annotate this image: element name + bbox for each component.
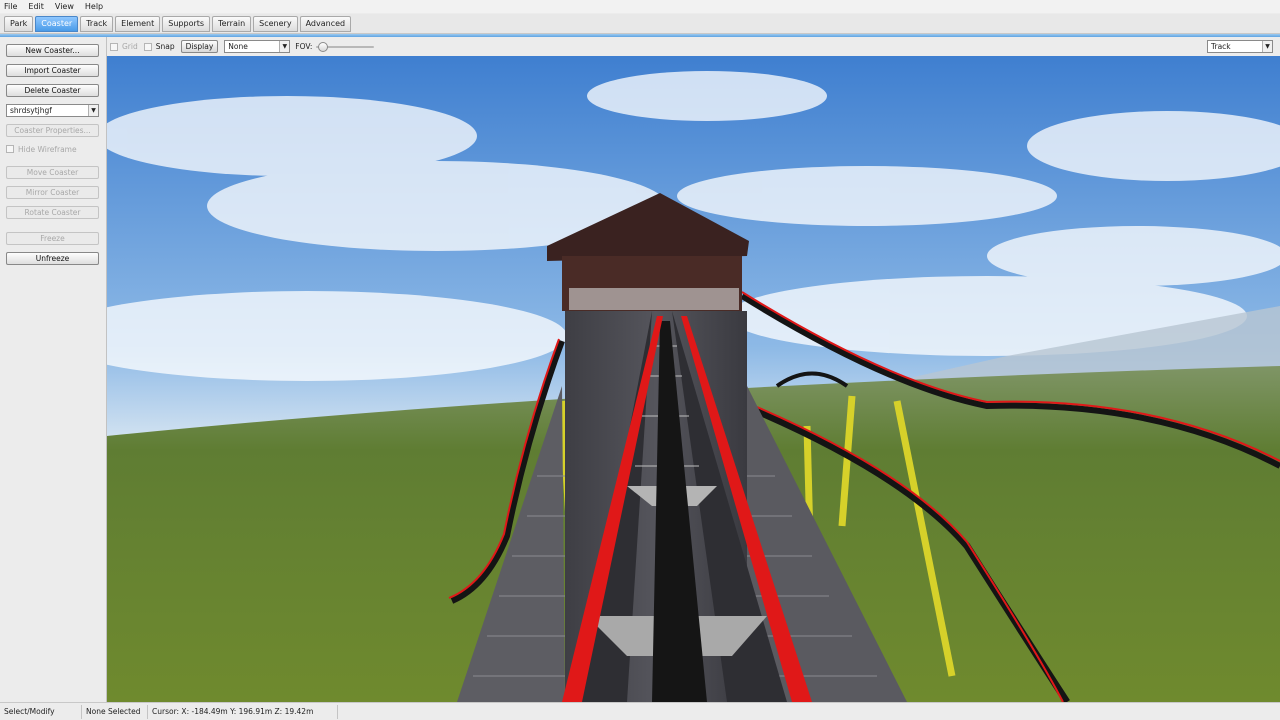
tab-coaster[interactable]: Coaster — [35, 15, 79, 32]
mirror-coaster-button[interactable]: Mirror Coaster — [6, 186, 99, 199]
checkbox-box[interactable] — [143, 42, 152, 51]
menu-edit[interactable]: Edit — [28, 2, 44, 11]
new-coaster-button[interactable]: New Coaster... — [6, 44, 99, 57]
coaster-properties-button[interactable]: Coaster Properties... — [6, 124, 99, 137]
status-bar: Select/Modify None Selected Cursor: X: -… — [0, 702, 1280, 720]
display-select-value: None — [228, 42, 248, 51]
tab-element[interactable]: Element — [115, 15, 161, 32]
status-cursor: Cursor: X: -184.49m Y: 196.91m Z: 19.42m — [148, 704, 338, 719]
tab-supports[interactable]: Supports — [162, 15, 211, 32]
tab-scenery[interactable]: Scenery — [253, 15, 298, 32]
checkbox-box[interactable] — [110, 42, 118, 51]
hide-wireframe-label: Hide Wireframe — [18, 144, 77, 154]
tab-advanced[interactable]: Advanced — [299, 15, 352, 32]
main-tabs: Park Coaster Track Element Supports Terr… — [0, 14, 1280, 34]
rotate-coaster-button[interactable]: Rotate Coaster — [6, 206, 99, 219]
fov-slider-handle[interactable] — [318, 41, 329, 52]
snap-checkbox[interactable]: Snap — [143, 42, 175, 51]
status-mode: Select/Modify — [0, 704, 82, 719]
3d-viewport[interactable] — [107, 56, 1280, 702]
fov-slider[interactable] — [316, 41, 375, 52]
coaster-select-value: shrdsytjhgf — [10, 106, 52, 115]
coaster-select[interactable]: shrdsytjhgf ▼ — [6, 104, 99, 117]
tab-park[interactable]: Park — [4, 15, 34, 32]
menu-file[interactable]: File — [4, 2, 17, 11]
import-coaster-button[interactable]: Import Coaster — [6, 64, 99, 77]
display-select[interactable]: None ▼ — [224, 40, 291, 53]
fov-label: FOV: — [295, 42, 313, 51]
checkbox-box[interactable] — [6, 145, 14, 153]
grid-checkbox[interactable]: Grid — [110, 42, 138, 51]
freeze-button[interactable]: Freeze — [6, 232, 99, 245]
display-button[interactable]: Display — [180, 40, 219, 53]
chevron-down-icon[interactable]: ▼ — [88, 105, 98, 116]
tab-terrain[interactable]: Terrain — [212, 15, 252, 32]
unfreeze-button[interactable]: Unfreeze — [6, 252, 99, 265]
coaster-panel: New Coaster... Import Coaster Delete Coa… — [0, 37, 107, 702]
view-mode-select[interactable]: Track ▼ — [1207, 40, 1273, 53]
station-railing — [569, 288, 739, 310]
status-selection: None Selected — [82, 704, 148, 719]
chevron-down-icon[interactable]: ▼ — [1262, 41, 1272, 52]
tab-track[interactable]: Track — [80, 15, 114, 32]
menu-bar: File Edit View Help — [0, 0, 1280, 13]
app-window: File Edit View Help Park Coaster Track E… — [0, 0, 1280, 720]
grid-label: Grid — [122, 42, 138, 51]
move-coaster-button[interactable]: Move Coaster — [6, 166, 99, 179]
delete-coaster-button[interactable]: Delete Coaster — [6, 84, 99, 97]
chevron-down-icon[interactable]: ▼ — [279, 41, 290, 52]
snap-label: Snap — [155, 42, 175, 51]
hide-wireframe-checkbox[interactable]: Hide Wireframe — [6, 144, 106, 154]
scene-render[interactable] — [107, 56, 1280, 702]
menu-help[interactable]: Help — [85, 2, 103, 11]
view-mode-value: Track — [1211, 42, 1231, 51]
menu-view[interactable]: View — [55, 2, 74, 11]
view-toolbar: Grid Snap Display None ▼ FOV: Track ▼ — [107, 37, 1280, 56]
